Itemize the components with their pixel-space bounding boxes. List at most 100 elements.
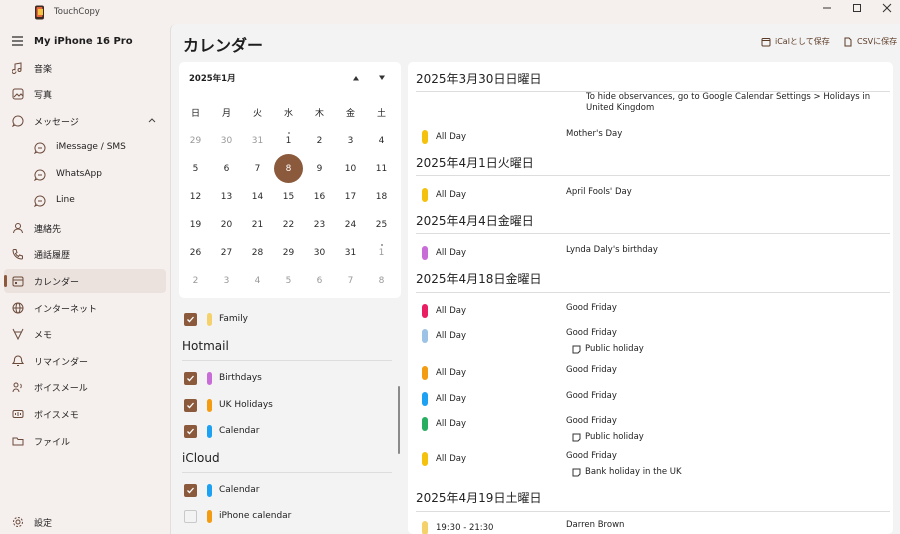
calendar-day[interactable]: 31	[242, 129, 273, 153]
close-button[interactable]	[872, 0, 900, 16]
calendar-day[interactable]: 5	[180, 157, 211, 181]
weekday-label: 木	[314, 109, 324, 119]
weekday-label: 水	[283, 109, 293, 119]
sidebar-item-voicemail[interactable]: ボイスメール	[4, 375, 166, 399]
calendar-day[interactable]: 29	[273, 241, 304, 265]
event-time: All Day	[436, 306, 467, 316]
checkbox[interactable]	[184, 399, 197, 412]
calendar-day[interactable]: 12	[180, 185, 211, 209]
checkbox[interactable]	[184, 372, 197, 385]
calendar-day[interactable]: 2	[180, 269, 211, 293]
calendar-day[interactable]: 24	[335, 213, 366, 237]
calendar-day[interactable]: 7	[335, 269, 366, 293]
sidebar-item-music[interactable]: 音楽	[4, 56, 166, 80]
sidebar-item-line[interactable]: Line	[4, 189, 166, 213]
sidebar-item-contacts[interactable]: 連絡先	[4, 216, 166, 240]
chat-icon	[34, 142, 46, 154]
event-row[interactable]: All Day Good Friday Bank holiday in the UK	[408, 450, 893, 477]
calendar-day[interactable]: 8	[366, 269, 397, 293]
maximize-button[interactable]	[842, 0, 872, 16]
gear-icon	[12, 516, 24, 528]
calendar-day[interactable]: 7	[242, 157, 273, 181]
calendar-day[interactable]: 14	[242, 185, 273, 209]
calendar-list-scrollbar[interactable]	[398, 386, 400, 454]
checkbox[interactable]	[184, 510, 197, 523]
calendar-item-uk-holidays[interactable]: UK Holidays	[179, 394, 391, 416]
calendar-item-icloud-calendar[interactable]: Calendar	[179, 479, 391, 501]
event-time: All Day	[436, 394, 467, 404]
divider	[416, 91, 890, 92]
calendar-item-birthdays[interactable]: Birthdays	[179, 367, 391, 389]
calendar-day[interactable]: 4	[366, 129, 397, 153]
calendar-item-family[interactable]: Family	[179, 308, 391, 330]
sidebar-item-reminders[interactable]: リマインダー	[4, 349, 166, 373]
event-row[interactable]: All Day Good Friday	[408, 390, 893, 410]
calendar-day[interactable]: 27	[211, 241, 242, 265]
sidebar-item-voice-memos[interactable]: ボイスメモ	[4, 402, 166, 426]
calendar-day[interactable]: 25	[366, 213, 397, 237]
calendar-day[interactable]: 4	[242, 269, 273, 293]
sidebar-item-settings[interactable]: 設定	[4, 510, 166, 534]
sidebar-item-call-history[interactable]: 通話履歴	[4, 242, 166, 266]
calendar-day[interactable]: 17	[335, 185, 366, 209]
calendar-day[interactable]: 22	[273, 213, 304, 237]
calendar-day[interactable]: 30	[211, 129, 242, 153]
hamburger-menu-icon[interactable]	[12, 36, 24, 46]
calendar-day[interactable]: 13	[211, 185, 242, 209]
calendar-day[interactable]: 2	[304, 129, 335, 153]
calendar-day[interactable]: 20	[211, 213, 242, 237]
event-row[interactable]: All Day Good Friday	[408, 302, 893, 322]
calendar-item-calendar[interactable]: Calendar	[179, 420, 391, 442]
weekday-label: 月	[221, 109, 231, 119]
event-list: To hide observances, go to Google Calend…	[408, 62, 893, 534]
checkbox[interactable]	[184, 425, 197, 438]
calendar-day[interactable]: 31	[335, 241, 366, 265]
calendar-day[interactable]: 6	[304, 269, 335, 293]
calendar-day[interactable]: 21	[242, 213, 273, 237]
previous-month-button[interactable]	[349, 72, 363, 84]
calendar-day[interactable]: 5	[273, 269, 304, 293]
sidebar-item-notes[interactable]: メモ	[4, 322, 166, 346]
calendar-day[interactable]: 26	[180, 241, 211, 265]
minimize-button[interactable]	[812, 0, 842, 16]
calendar-day[interactable]: 15	[273, 185, 304, 209]
calendar-item-iphone-calendar[interactable]: iPhone calendar	[179, 505, 391, 527]
next-month-button[interactable]	[375, 72, 389, 84]
save-csv-button[interactable]: CSVに保存	[843, 36, 897, 47]
checkbox[interactable]	[184, 484, 197, 497]
event-row[interactable]: All Day Good Friday Public holiday	[408, 327, 893, 354]
calendar-day[interactable]: 9	[304, 157, 335, 181]
event-row[interactable]: 19:30 - 21:30 Darren Brown	[408, 519, 893, 534]
sidebar-item-files[interactable]: ファイル	[4, 429, 166, 453]
calendar-day[interactable]: 10	[335, 157, 366, 181]
sidebar-item-messages[interactable]: メッセージ	[4, 109, 166, 133]
sidebar-item-whatsapp[interactable]: WhatsApp	[4, 163, 166, 187]
sidebar-item-internet[interactable]: インターネット	[4, 296, 166, 320]
calendar-day[interactable]: 6	[211, 157, 242, 181]
divider	[416, 511, 890, 512]
event-row[interactable]: All Day April Fools' Day	[408, 186, 893, 206]
calendar-day[interactable]: 23	[304, 213, 335, 237]
calendar-export-icon	[761, 37, 771, 47]
calendar-day[interactable]: 30	[304, 241, 335, 265]
calendar-day[interactable]: 11	[366, 157, 397, 181]
event-row[interactable]: All Day Good Friday	[408, 364, 893, 384]
sidebar-item-imessage[interactable]: iMessage / SMS	[4, 136, 166, 160]
event-row[interactable]: All Day Mother's Day	[408, 128, 893, 148]
sidebar-item-photos[interactable]: 写真	[4, 82, 166, 106]
checkbox[interactable]	[184, 313, 197, 326]
calendar-day[interactable]: 3	[335, 129, 366, 153]
save-ical-button[interactable]: iCalとして保存	[761, 36, 830, 47]
calendar-day[interactable]: 18	[366, 185, 397, 209]
calendar-day[interactable]: 3	[211, 269, 242, 293]
sidebar-item-calendar[interactable]: カレンダー	[4, 269, 166, 293]
calendar-day[interactable]: 16	[304, 185, 335, 209]
event-row[interactable]: All Day Good Friday Public holiday	[408, 415, 893, 442]
calendar-day[interactable]: 28	[242, 241, 273, 265]
calendar-day-selected[interactable]: 8	[273, 154, 304, 183]
calendar-color-swatch	[207, 372, 212, 385]
calendar-day[interactable]: 29	[180, 129, 211, 153]
event-row[interactable]: All Day Lynda Daly's birthday	[408, 244, 893, 264]
calendar-day[interactable]: 19	[180, 213, 211, 237]
chevron-up-icon[interactable]	[148, 117, 156, 123]
